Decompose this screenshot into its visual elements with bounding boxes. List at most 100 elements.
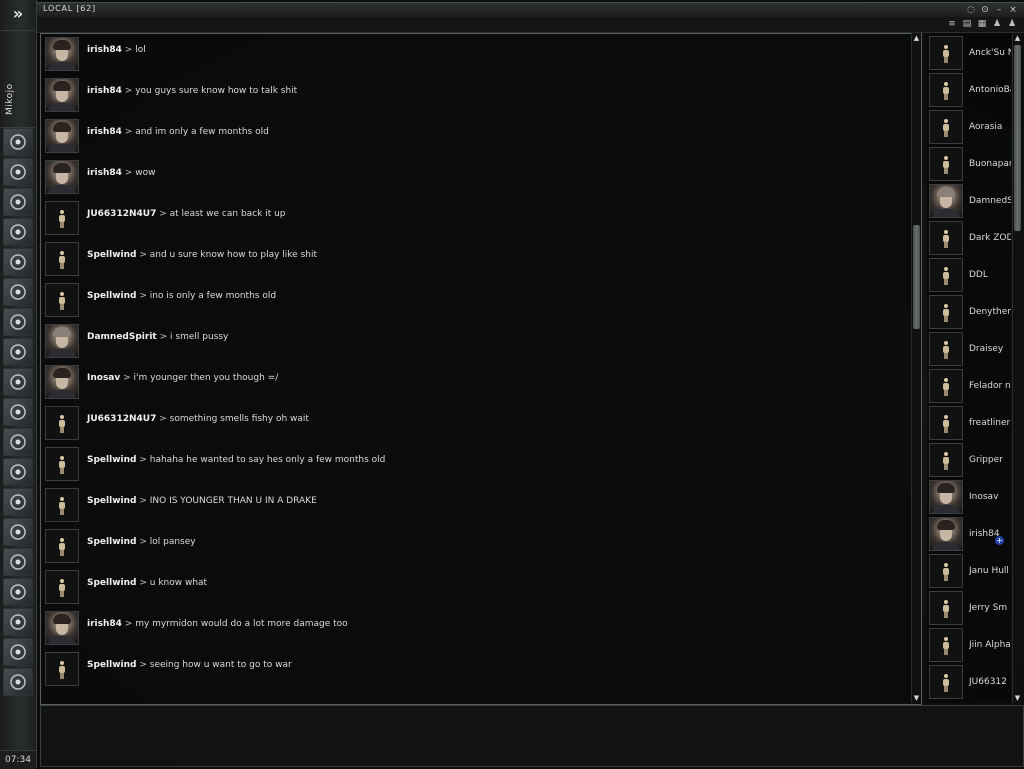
- map-icon[interactable]: [3, 338, 33, 366]
- minimize-button[interactable]: –: [992, 4, 1006, 16]
- member-filter-icon[interactable]: ♟: [991, 18, 1003, 30]
- settings-icon[interactable]: ⊙: [978, 4, 992, 16]
- portrait-icon[interactable]: [3, 668, 33, 696]
- list-view-icon[interactable]: ≡: [946, 18, 958, 30]
- help-icon[interactable]: [3, 488, 33, 516]
- member-item[interactable]: DDL: [929, 257, 1011, 293]
- avatar-placeholder-icon[interactable]: [929, 295, 963, 329]
- browser-icon[interactable]: [3, 548, 33, 576]
- member-scroll-up-arrow[interactable]: ▲: [1013, 33, 1022, 43]
- window-titlebar[interactable]: LOCAL [62] ◌ ⊙ – ×: [37, 2, 1024, 18]
- details-view-icon[interactable]: ▤: [961, 18, 973, 30]
- close-button[interactable]: ×: [1006, 4, 1020, 16]
- member-item[interactable]: Inosav: [929, 479, 1011, 515]
- avatar-placeholder-icon[interactable]: [45, 570, 79, 604]
- message-sender[interactable]: irish84: [87, 168, 122, 178]
- log-icon[interactable]: [3, 578, 33, 606]
- music-icon[interactable]: [3, 608, 33, 636]
- message-list[interactable]: irish84 > lol irish84 > you guys sure kno…: [40, 33, 922, 705]
- member-item[interactable]: Felador n: [929, 368, 1011, 404]
- member-list[interactable]: Anck'Su N AntonioBa Aorasia Buonapart Damned…: [927, 33, 1011, 703]
- avatar[interactable]: [929, 184, 963, 218]
- member-scrollbar[interactable]: ▲ ▼: [1012, 33, 1022, 703]
- avatar-placeholder-icon[interactable]: [929, 665, 963, 699]
- character-icon[interactable]: [3, 128, 33, 156]
- message-sender[interactable]: Spellwind: [87, 578, 136, 588]
- avatar[interactable]: [45, 78, 79, 112]
- member-item[interactable]: Draisey: [929, 331, 1011, 367]
- avatar[interactable]: [45, 37, 79, 71]
- notepad-icon[interactable]: [3, 218, 33, 246]
- avatar[interactable]: [45, 611, 79, 645]
- member-item[interactable]: Aorasia: [929, 109, 1011, 145]
- message-sender[interactable]: JU66312N4U7: [87, 414, 156, 424]
- calculator-icon[interactable]: [3, 458, 33, 486]
- member-item[interactable]: Gripper: [929, 442, 1011, 478]
- avatar[interactable]: [45, 365, 79, 399]
- add-contact-icon[interactable]: +: [995, 536, 1004, 545]
- avatar-placeholder-icon[interactable]: [45, 406, 79, 440]
- member-item[interactable]: AntonioBa: [929, 72, 1011, 108]
- avatar-placeholder-icon[interactable]: [929, 369, 963, 403]
- avatar[interactable]: [929, 517, 963, 551]
- avatar-placeholder-icon[interactable]: [929, 221, 963, 255]
- member-item[interactable]: JU66312: [929, 664, 1011, 700]
- people-search-icon[interactable]: [3, 158, 33, 186]
- avatar-placeholder-icon[interactable]: [929, 628, 963, 662]
- character-name-tab[interactable]: Mikojo: [1, 30, 35, 128]
- member-item[interactable]: DamnedSp: [929, 183, 1011, 219]
- avatar-placeholder-icon[interactable]: [929, 332, 963, 366]
- avatar-placeholder-icon[interactable]: [929, 554, 963, 588]
- chat-input[interactable]: [40, 705, 1024, 767]
- avatar-placeholder-icon[interactable]: [929, 110, 963, 144]
- message-sender[interactable]: Inosav: [87, 373, 120, 383]
- avatar-placeholder-icon[interactable]: [45, 283, 79, 317]
- member-item[interactable]: Anck'Su N: [929, 35, 1011, 71]
- message-sender[interactable]: Spellwind: [87, 455, 136, 465]
- scroll-thumb[interactable]: [913, 225, 920, 329]
- cargo-icon[interactable]: [3, 398, 33, 426]
- member-scroll-thumb[interactable]: [1014, 45, 1021, 231]
- message-sender[interactable]: Spellwind: [87, 496, 136, 506]
- avatar-placeholder-icon[interactable]: [45, 447, 79, 481]
- grid-view-icon[interactable]: ▦: [976, 18, 988, 30]
- avatar-placeholder-icon[interactable]: [929, 591, 963, 625]
- message-sender[interactable]: Spellwind: [87, 250, 136, 260]
- avatar-placeholder-icon[interactable]: [929, 147, 963, 181]
- message-sender[interactable]: Spellwind: [87, 537, 136, 547]
- neocom-expand-button[interactable]: »: [0, 0, 36, 28]
- member-item[interactable]: Jiin Alpha: [929, 627, 1011, 663]
- avatar-placeholder-icon[interactable]: [45, 652, 79, 686]
- avatar-placeholder-icon[interactable]: [929, 73, 963, 107]
- science-icon[interactable]: [3, 428, 33, 456]
- message-scrollbar[interactable]: ▲ ▼: [911, 33, 921, 703]
- avatar-placeholder-icon[interactable]: [45, 488, 79, 522]
- avatar[interactable]: [45, 160, 79, 194]
- scroll-up-arrow[interactable]: ▲: [912, 33, 921, 43]
- message-sender[interactable]: irish84: [87, 45, 122, 55]
- member-item[interactable]: Jerry Sm: [929, 590, 1011, 626]
- journal-icon[interactable]: [3, 308, 33, 336]
- message-sender[interactable]: irish84: [87, 619, 122, 629]
- avatar[interactable]: [45, 119, 79, 153]
- avatar[interactable]: [45, 324, 79, 358]
- scroll-down-arrow[interactable]: ▼: [912, 693, 921, 703]
- avatar-placeholder-icon[interactable]: [45, 201, 79, 235]
- fleet-icon[interactable]: [3, 518, 33, 546]
- avatar-placeholder-icon[interactable]: [929, 258, 963, 292]
- avatar-placeholder-icon[interactable]: [45, 242, 79, 276]
- avatar-placeholder-icon[interactable]: [45, 529, 79, 563]
- avatar-placeholder-icon[interactable]: [929, 406, 963, 440]
- message-sender[interactable]: DamnedSpirit: [87, 332, 157, 342]
- member-item[interactable]: irish84 +: [929, 516, 1011, 552]
- starmap-icon[interactable]: [3, 368, 33, 396]
- message-sender[interactable]: irish84: [87, 127, 122, 137]
- message-sender[interactable]: JU66312N4U7: [87, 209, 156, 219]
- message-sender[interactable]: Spellwind: [87, 291, 136, 301]
- member-item[interactable]: Denythen: [929, 294, 1011, 330]
- market-icon[interactable]: [3, 278, 33, 306]
- message-sender[interactable]: Spellwind: [87, 660, 136, 670]
- avatar-placeholder-icon[interactable]: [929, 443, 963, 477]
- member-item[interactable]: Dark ZOD: [929, 220, 1011, 256]
- member-item[interactable]: Janu Hull: [929, 553, 1011, 589]
